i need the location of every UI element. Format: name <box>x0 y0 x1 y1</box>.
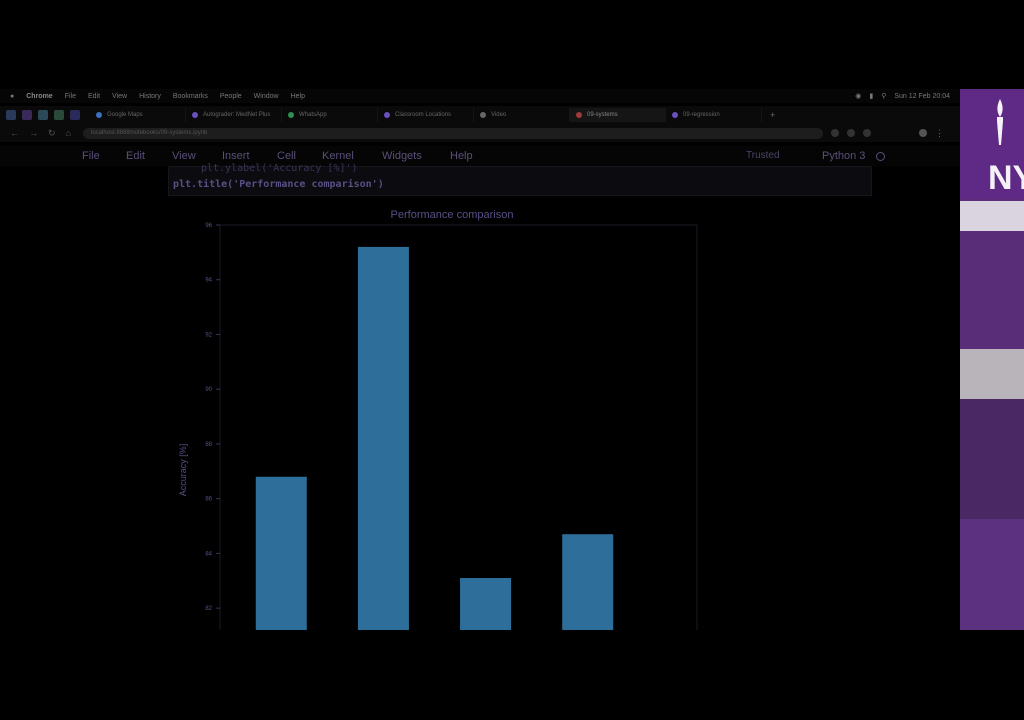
bar <box>460 578 512 630</box>
webcam-background <box>960 519 1024 630</box>
menu-view[interactable]: View <box>112 93 127 100</box>
bookmark-star-icon[interactable] <box>830 129 839 137</box>
tab-favicon-icon <box>480 112 486 118</box>
tab-whatsapp[interactable]: WhatsApp <box>282 108 378 122</box>
y-tick-label: 90 <box>205 387 212 393</box>
code-line: plt.title('Performance comparison') <box>173 179 384 190</box>
bar <box>357 246 409 630</box>
jupyter-menu-bar: File Edit View Insert Cell Kernel Widget… <box>0 146 960 166</box>
chart-title: Performance comparison <box>391 209 514 221</box>
search-icon[interactable]: ⚲ <box>881 92 886 100</box>
nyu-logo: NY <box>960 89 1024 199</box>
address-bar[interactable]: localhost:8888/notebooks/09-systems.ipyn… <box>82 127 823 139</box>
y-axis-label: Accuracy [%] <box>178 444 188 497</box>
wifi-icon[interactable]: ◉ <box>855 92 861 100</box>
tab-favicon-icon <box>576 112 582 118</box>
jupyter-menu-view[interactable]: View <box>172 150 196 162</box>
pinned-tab-icon[interactable] <box>70 110 80 120</box>
y-tick-label: 92 <box>205 332 212 338</box>
tab-label: 09-regression <box>683 112 720 118</box>
tab-label: Video <box>491 112 507 118</box>
pinned-tab-icon[interactable] <box>38 110 48 120</box>
tab-label: WhatsApp <box>299 112 327 118</box>
tab-label: 09-systems <box>587 112 618 118</box>
menu-bookmarks[interactable]: Bookmarks <box>173 93 208 100</box>
battery-icon[interactable]: ▮ <box>869 92 873 100</box>
new-tab-icon[interactable]: + <box>770 110 775 120</box>
webcam-background <box>960 201 1024 231</box>
trusted-badge[interactable]: Trusted <box>746 150 780 161</box>
y-tick-label: 88 <box>205 442 212 448</box>
bar <box>562 534 614 630</box>
menu-people[interactable]: People <box>220 93 242 100</box>
more-menu-icon[interactable]: ⋮ <box>935 128 944 139</box>
tab-label: Autograder: MedNet Plus <box>203 112 271 118</box>
menu-help[interactable]: Help <box>291 93 305 100</box>
code-cell[interactable]: plt.ylabel('Accuracy [%]') plt.title('Pe… <box>168 163 872 196</box>
pinned-tab-icon[interactable] <box>54 110 64 120</box>
profile-avatar[interactable] <box>918 129 927 137</box>
bar <box>255 476 307 630</box>
kernel-status-icon <box>876 152 885 161</box>
home-icon[interactable]: ⌂ <box>66 128 71 138</box>
tab-google-maps[interactable]: Google Maps <box>90 108 186 122</box>
apple-icon[interactable]: ● <box>10 93 14 100</box>
browser-tab-bar: Google Maps Autograder: MedNet Plus What… <box>0 106 960 124</box>
menu-app-name[interactable]: Chrome <box>26 93 52 100</box>
back-icon[interactable]: ← <box>10 128 19 138</box>
webcam-background <box>960 231 1024 351</box>
tab-classroom[interactable]: Classroom Locations <box>378 108 474 122</box>
torch-icon <box>997 99 1003 145</box>
menu-clock[interactable]: Sun 12 Feb 20:04 <box>894 93 950 100</box>
jupyter-menu-file[interactable]: File <box>82 150 100 162</box>
letterbox-bottom <box>0 630 1024 720</box>
menu-file[interactable]: File <box>65 93 76 100</box>
kernel-name[interactable]: Python 3 <box>822 150 865 162</box>
browser-toolbar: ← → ↻ ⌂ localhost:8888/notebooks/09-syst… <box>0 124 960 142</box>
jupyter-menu-help[interactable]: Help <box>450 150 473 162</box>
tab-label: Google Maps <box>107 112 143 118</box>
forward-icon[interactable]: → <box>29 128 38 138</box>
tab-favicon-icon <box>96 112 102 118</box>
webcam-background <box>960 399 1024 519</box>
menu-history[interactable]: History <box>139 93 161 100</box>
y-tick-label: 96 <box>205 223 212 229</box>
y-tick-label: 94 <box>205 278 212 284</box>
jupyter-menu-cell[interactable]: Cell <box>277 150 296 162</box>
y-tick-label: 82 <box>205 606 212 612</box>
pinned-tab-icon[interactable] <box>22 110 32 120</box>
tab-video[interactable]: Video <box>474 108 570 122</box>
jupyter-menu-widgets[interactable]: Widgets <box>382 150 422 162</box>
tab-autograder[interactable]: Autograder: MedNet Plus <box>186 108 282 122</box>
webcam-background <box>960 349 1024 399</box>
y-tick-label: 84 <box>205 551 212 557</box>
jupyter-menu-insert[interactable]: Insert <box>222 150 250 162</box>
extension-icon[interactable] <box>846 129 855 137</box>
nyu-logo-text: NY <box>988 159 1024 197</box>
tab-label: Classroom Locations <box>395 112 452 118</box>
tab-favicon-icon <box>288 112 294 118</box>
tab-09-systems[interactable]: 09-systems <box>570 108 666 122</box>
tab-09-regression[interactable]: 09-regression <box>666 108 762 122</box>
plot-area: 82 84 86 88 90 92 94 96 <box>205 223 698 630</box>
jupyter-menu-kernel[interactable]: Kernel <box>322 150 354 162</box>
code-line-prev: plt.ylabel('Accuracy [%]') <box>201 163 358 174</box>
tab-favicon-icon <box>192 112 198 118</box>
menu-window[interactable]: Window <box>254 93 279 100</box>
bar-chart: Performance comparison Accuracy [%] 82 84… <box>178 209 698 630</box>
tab-favicon-icon <box>384 112 390 118</box>
webcam-feed: NY <box>960 89 1024 630</box>
y-tick-label: 86 <box>205 497 212 503</box>
jupyter-menu-edit[interactable]: Edit <box>126 150 145 162</box>
extension-icon[interactable] <box>862 129 871 137</box>
pinned-tab-icon[interactable] <box>6 110 16 120</box>
reload-icon[interactable]: ↻ <box>48 128 56 139</box>
mac-menu-bar: ● Chrome File Edit View History Bookmark… <box>0 89 960 103</box>
tab-favicon-icon <box>672 112 678 118</box>
menu-edit[interactable]: Edit <box>88 93 100 100</box>
